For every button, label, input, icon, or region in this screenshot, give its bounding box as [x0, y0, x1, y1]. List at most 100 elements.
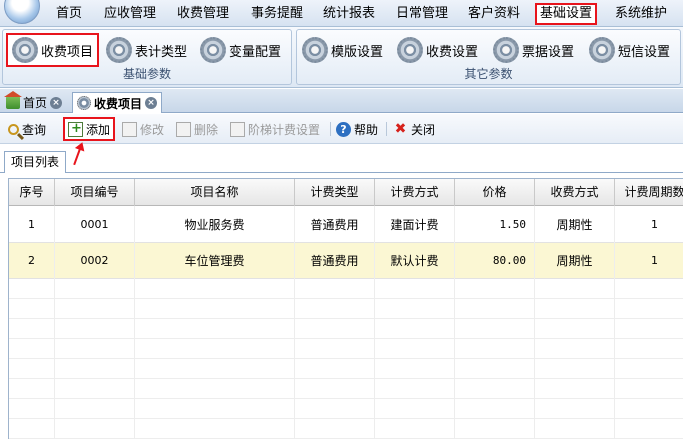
- app-logo: [4, 0, 40, 24]
- edit-button[interactable]: 修改: [122, 119, 164, 139]
- ribbon-group-title: 其它参数: [464, 67, 513, 81]
- help-icon: ?: [336, 121, 351, 137]
- ribbon-meter-types-button[interactable]: 表计类型: [106, 35, 187, 65]
- ribbon-charge-items-button[interactable]: 收费项目: [6, 33, 100, 67]
- ribbon-group-other: 模版设置 收费设置 票据设置 短信设置 其它参数: [296, 29, 681, 85]
- cell-charge-mode: 周期性: [535, 243, 615, 279]
- empty-row: [9, 419, 683, 439]
- cell-index: 1: [9, 207, 55, 243]
- tab-label: 首页: [23, 96, 48, 110]
- toolbar: 查询 添加 修改 删除 阶梯计费设置 ? 帮助 ✖ 关闭: [0, 114, 683, 144]
- grid-header: 序号 项目编号 项目名称 计费类型 计费方式 价格 收费方式 计费周期数: [9, 179, 683, 206]
- menu-customers[interactable]: 客户资料: [467, 5, 521, 23]
- table-row[interactable]: 1 0001 物业服务费 普通费用 建面计费 1.50 周期性 1: [9, 207, 683, 243]
- cell-cycle-count: 1: [615, 207, 683, 243]
- ribbon-variable-config-button[interactable]: 变量配置: [200, 35, 281, 65]
- column-header[interactable]: 序号: [9, 179, 55, 206]
- empty-row: [9, 279, 683, 299]
- cell-billing-type: 普通费用: [295, 243, 375, 279]
- home-icon: [4, 91, 22, 109]
- tiered-billing-button[interactable]: 阶梯计费设置: [230, 119, 320, 139]
- tiered-billing-icon: [230, 121, 245, 137]
- column-header[interactable]: 收费方式: [535, 179, 615, 206]
- menu-charge-management[interactable]: 收费管理: [176, 5, 230, 23]
- close-label: 关闭: [411, 122, 436, 137]
- edit-icon: [122, 121, 137, 137]
- menu-reports[interactable]: 统计报表: [322, 5, 376, 23]
- gear-icon: [200, 37, 226, 63]
- cell-cycle-count: 1: [615, 243, 683, 279]
- empty-row: [9, 359, 683, 379]
- menu-basic-settings[interactable]: 基础设置: [535, 3, 597, 25]
- toolbar-divider: [386, 122, 387, 136]
- cell-index: 2: [9, 243, 55, 279]
- add-icon: [68, 121, 83, 137]
- menu-reminders[interactable]: 事务提醒: [250, 5, 304, 23]
- gear-icon: [397, 37, 423, 63]
- empty-row: [9, 399, 683, 419]
- ribbon-button-label: 表计类型: [135, 44, 188, 60]
- query-button[interactable]: 查询: [8, 119, 46, 139]
- column-header[interactable]: 项目名称: [135, 179, 295, 206]
- add-label: 添加: [86, 122, 111, 137]
- ribbon-button-label: 收费项目: [41, 44, 94, 60]
- add-button[interactable]: 添加: [63, 117, 116, 141]
- tab-item-list[interactable]: 项目列表: [4, 151, 66, 173]
- menu-receivables[interactable]: 应收管理: [103, 5, 157, 23]
- ribbon-invoice-settings-button[interactable]: 票据设置: [493, 35, 574, 65]
- search-icon: [8, 123, 19, 135]
- ribbon-group-basic: 收费项目 表计类型 变量配置 基础参数: [2, 29, 292, 85]
- ribbon-group-title: 基础参数: [122, 67, 171, 81]
- ribbon-button-label: 变量配置: [229, 44, 282, 60]
- ribbon-button-label: 票据设置: [522, 44, 575, 60]
- close-button[interactable]: ✖ 关闭: [393, 119, 435, 139]
- column-divider: [134, 206, 135, 439]
- menu-home[interactable]: 首页: [54, 5, 84, 23]
- cell-price: 1.50: [455, 207, 535, 243]
- column-header[interactable]: 价格: [455, 179, 535, 206]
- column-divider: [534, 206, 535, 439]
- ribbon-sms-settings-button[interactable]: 短信设置: [589, 35, 670, 65]
- column-divider: [454, 206, 455, 439]
- close-icon[interactable]: ×: [50, 96, 63, 109]
- column-header[interactable]: 计费类型: [295, 179, 375, 206]
- charge-items-grid: 序号 项目编号 项目名称 计费类型 计费方式 价格 收费方式 计费周期数 1 0…: [8, 178, 683, 439]
- app-window: 首页 应收管理 收费管理 事务提醒 统计报表 日常管理 客户资料 基础设置 系统…: [0, 0, 683, 439]
- column-divider: [54, 206, 55, 439]
- ribbon-template-settings-button[interactable]: 模版设置: [302, 35, 383, 65]
- column-divider: [614, 206, 615, 439]
- cell-billing-type: 普通费用: [295, 207, 375, 243]
- document-tabs: 首页 × 收费项目 ×: [0, 89, 683, 113]
- tab-home[interactable]: 首页 ×: [2, 91, 66, 113]
- gear-icon: [493, 37, 519, 63]
- cell-billing-method: 建面计费: [375, 207, 455, 243]
- help-label: 帮助: [354, 122, 379, 137]
- edit-label: 修改: [140, 122, 165, 137]
- close-icon: ✖: [394, 120, 407, 137]
- gear-icon: [12, 37, 38, 63]
- ribbon-charge-settings-button[interactable]: 收费设置: [397, 35, 478, 65]
- column-header[interactable]: 项目编号: [55, 179, 135, 206]
- empty-row: [9, 339, 683, 359]
- column-header[interactable]: 计费周期数: [615, 179, 683, 206]
- menu-daily[interactable]: 日常管理: [395, 5, 449, 23]
- help-button[interactable]: ? 帮助: [336, 119, 378, 139]
- cell-charge-mode: 周期性: [535, 207, 615, 243]
- cell-name: 车位管理费: [135, 243, 295, 279]
- column-header[interactable]: 计费方式: [375, 179, 455, 206]
- delete-icon: [176, 121, 191, 137]
- gear-icon: [106, 37, 132, 63]
- gear-icon: [589, 37, 615, 63]
- cell-name: 物业服务费: [135, 207, 295, 243]
- close-icon[interactable]: ×: [145, 97, 158, 109]
- tab-label: 收费项目: [94, 96, 143, 111]
- cell-code: 0002: [55, 243, 135, 279]
- column-divider: [374, 206, 375, 439]
- menu-system[interactable]: 系统维护: [614, 5, 668, 23]
- tab-charge-items[interactable]: 收费项目 ×: [72, 92, 163, 113]
- table-row[interactable]: 2 0002 车位管理费 普通费用 默认计费 80.00 周期性 1: [9, 243, 683, 279]
- delete-button[interactable]: 删除: [176, 119, 218, 139]
- query-label: 查询: [22, 122, 47, 137]
- ribbon-button-label: 短信设置: [618, 44, 671, 60]
- cell-code: 0001: [55, 207, 135, 243]
